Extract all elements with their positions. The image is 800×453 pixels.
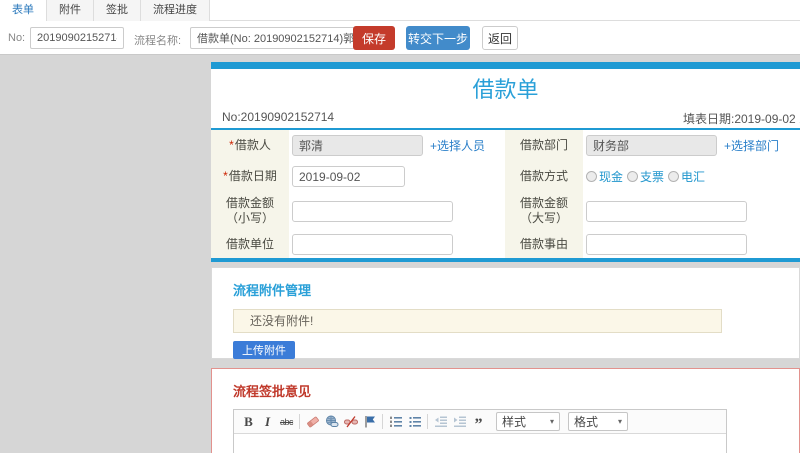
- next-step-button[interactable]: 转交下一步: [406, 26, 470, 50]
- outdent-icon: [434, 416, 447, 427]
- editor-content[interactable]: [234, 434, 726, 453]
- loan-date-input[interactable]: [292, 166, 405, 187]
- anchor-flag-button[interactable]: [360, 413, 379, 431]
- form-table: *借款人 +选择人员 借款部门 +选择部门 *借款日期 借款方式 现金 支票 电…: [211, 128, 800, 262]
- attachments-empty-message: 还没有附件!: [233, 309, 722, 333]
- required-mark: *: [223, 169, 228, 183]
- form-title: 借款单: [472, 77, 539, 102]
- radio-check-circle-icon[interactable]: [627, 171, 639, 182]
- link-button[interactable]: [322, 413, 341, 431]
- flow-name-label: 流程名称:: [134, 35, 182, 47]
- approval-title: 流程签批意见: [233, 384, 312, 399]
- tab-approval[interactable]: 签批: [94, 0, 141, 21]
- unit-label: 借款单位: [211, 230, 289, 258]
- chevron-down-icon: ▾: [617, 417, 622, 426]
- no-input[interactable]: [30, 27, 124, 49]
- ordered-list-icon: [389, 416, 402, 427]
- radio-check[interactable]: 支票: [627, 168, 664, 185]
- command-bar: No: 流程名称: 保存 转交下一步 返回: [0, 21, 800, 55]
- amount-lower-field: [289, 192, 505, 230]
- format-dropdown[interactable]: 格式 ▾: [568, 412, 628, 431]
- select-person-link[interactable]: +选择人员: [430, 137, 485, 154]
- flow-name-input[interactable]: [190, 27, 373, 49]
- reason-field: [583, 230, 800, 258]
- tab-form[interactable]: 表单: [0, 0, 47, 21]
- select-department-link[interactable]: +选择部门: [724, 137, 779, 154]
- rich-text-editor: B I abc ” 样式 ▾ 格式 ▾: [233, 409, 727, 453]
- amount-lower-label: 借款金额（小写）: [211, 192, 289, 230]
- attachments-card: 流程附件管理 还没有附件! 上传附件: [211, 267, 800, 359]
- radio-wire[interactable]: 电汇: [668, 168, 705, 185]
- method-field: 现金 支票 电汇: [583, 161, 800, 192]
- loan-date-label: * 借款日期: [211, 161, 289, 192]
- unlink-button[interactable]: [341, 413, 360, 431]
- anchor-flag-icon: [365, 416, 375, 428]
- unordered-list-button[interactable]: [405, 413, 424, 431]
- method-label: 借款方式: [505, 161, 583, 192]
- form-header-bar: [211, 62, 800, 69]
- tab-attachment[interactable]: 附件: [47, 0, 94, 21]
- upload-attachment-button[interactable]: 上传附件: [233, 341, 295, 359]
- ordered-list-button[interactable]: [386, 413, 405, 431]
- unlink-icon: [343, 416, 358, 428]
- indent-button[interactable]: [450, 413, 469, 431]
- toolbar-separator: [382, 414, 383, 429]
- department-field: +选择部门: [583, 130, 800, 161]
- unit-input[interactable]: [292, 233, 453, 255]
- unit-field: [289, 230, 505, 258]
- radio-cash[interactable]: 现金: [586, 168, 623, 185]
- radio-cash-circle-icon[interactable]: [586, 171, 597, 182]
- italic-button[interactable]: I: [258, 413, 277, 431]
- borrower-input[interactable]: [292, 135, 423, 156]
- department-input[interactable]: [586, 135, 717, 156]
- tab-bar: 表单 附件 签批 流程进度: [0, 0, 800, 21]
- tab-progress[interactable]: 流程进度: [141, 0, 210, 21]
- amount-upper-label: 借款金额（大写）: [505, 192, 583, 230]
- eraser-icon: [306, 416, 319, 428]
- reason-input[interactable]: [586, 233, 747, 255]
- amount-upper-field: [583, 192, 800, 230]
- form-no: No:20190902152714: [222, 110, 335, 124]
- department-label: 借款部门: [505, 130, 583, 161]
- amount-upper-input[interactable]: [586, 200, 747, 222]
- link-icon: [325, 415, 338, 427]
- required-mark: *: [229, 138, 234, 152]
- italic-icon: I: [264, 413, 271, 429]
- borrower-label: * 借款人: [211, 130, 289, 161]
- radio-wire-circle-icon[interactable]: [668, 171, 680, 182]
- borrower-field: +选择人员: [289, 130, 505, 161]
- blockquote-icon: ”: [474, 415, 483, 433]
- editor-toolbar: B I abc ” 样式 ▾ 格式 ▾: [234, 410, 726, 434]
- bold-button[interactable]: B: [239, 413, 258, 431]
- toolbar-separator: [299, 414, 300, 429]
- indent-icon: [453, 416, 466, 427]
- unordered-list-icon: [409, 417, 421, 427]
- attachments-title: 流程附件管理: [233, 283, 312, 298]
- toolbar-separator: [427, 414, 428, 429]
- outdent-button[interactable]: [431, 413, 450, 431]
- amount-lower-input[interactable]: [292, 200, 453, 222]
- no-label: No:: [8, 32, 26, 44]
- blockquote-button[interactable]: ”: [469, 413, 488, 433]
- form-meta-row: No:20190902152714 填表日期:2019-09-02 15:27:…: [211, 106, 800, 128]
- chevron-down-icon: ▾: [549, 417, 554, 426]
- strikethrough-button[interactable]: abc: [277, 413, 296, 431]
- loan-form-card: 借款单 No:20190902152714 填表日期:2019-09-02 15…: [211, 62, 800, 262]
- form-fill-date: 填表日期:2019-09-02 15:27:1: [683, 112, 800, 126]
- approval-card: 流程签批意见 B I abc ” 样式 ▾ 格式 ▾: [211, 368, 800, 453]
- loan-date-field: [289, 161, 505, 192]
- save-button[interactable]: 保存: [353, 26, 395, 50]
- bold-icon: B: [244, 413, 253, 429]
- remove-format-button[interactable]: [303, 413, 322, 431]
- reason-label: 借款事由: [505, 230, 583, 258]
- strikethrough-icon: abc: [279, 416, 294, 427]
- back-button[interactable]: 返回: [482, 26, 518, 50]
- styles-dropdown[interactable]: 样式 ▾: [496, 412, 560, 431]
